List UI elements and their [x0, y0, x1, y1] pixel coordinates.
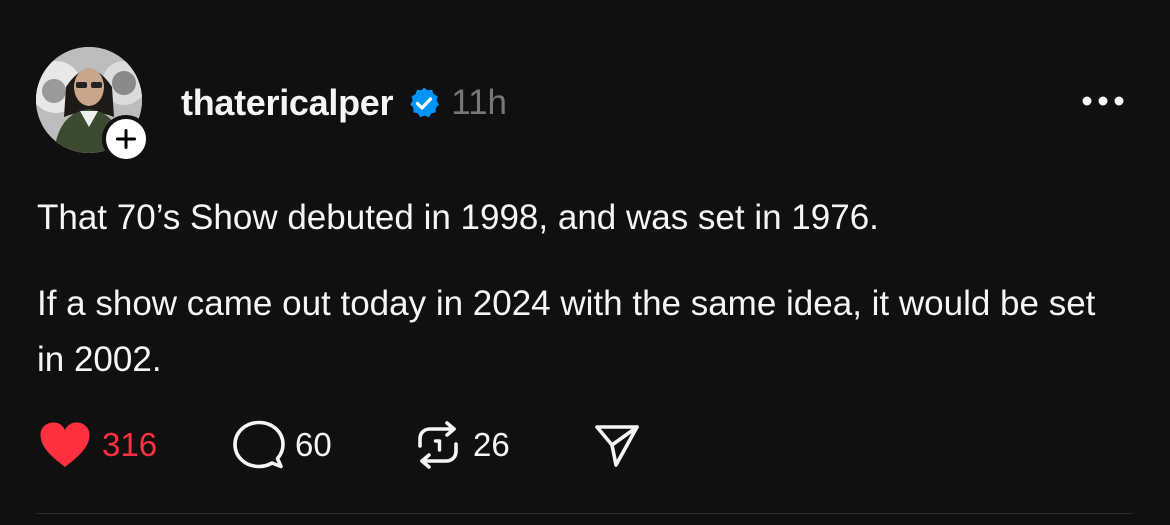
- heart-icon: [40, 422, 90, 467]
- like-count: 316: [102, 426, 158, 463]
- like-button[interactable]: 316: [38, 421, 233, 469]
- plus-icon: [116, 129, 136, 149]
- post-header: thatericalper 11h: [181, 80, 507, 126]
- post-paragraph: That 70’s Show debuted in 1998, and was …: [37, 198, 879, 237]
- follow-button[interactable]: [102, 115, 150, 163]
- reply-count: 60: [295, 426, 332, 463]
- post-paragraph: If a show came out today in 2024 with th…: [37, 284, 1096, 379]
- action-bar: 316 60 26: [38, 418, 641, 472]
- thread-post: thatericalper 11h That 70’s Show debuted…: [0, 0, 1170, 525]
- verified-badge-icon: [407, 86, 441, 120]
- share-button[interactable]: [593, 421, 641, 469]
- comment-icon: [233, 420, 285, 469]
- more-options-button[interactable]: [1081, 94, 1125, 108]
- repost-icon: [418, 421, 458, 469]
- more-icon: [1082, 96, 1124, 106]
- avatar-container[interactable]: [36, 47, 150, 163]
- divider: [36, 513, 1133, 514]
- repost-button[interactable]: 26: [413, 420, 593, 470]
- username[interactable]: thatericalper: [181, 82, 394, 124]
- send-icon: [595, 425, 639, 467]
- reply-button[interactable]: 60: [233, 420, 413, 470]
- repost-count: 26: [473, 426, 510, 463]
- post-text: That 70’s Show debuted in 1998, and was …: [37, 190, 1127, 388]
- timestamp: 11h: [451, 83, 508, 122]
